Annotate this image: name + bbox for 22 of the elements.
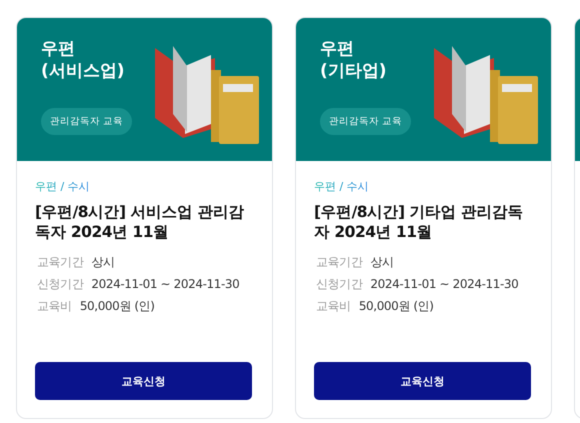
info-value: 상시 [370,254,394,271]
info-label: 교육비 [316,298,351,315]
info-label: 교육기간 [37,254,84,271]
info-value: 2024-11-01 ~ 2024-11-30 [370,276,518,293]
info-label: 신청기간 [316,276,362,293]
course-category: 우편 / 수시 [314,179,369,194]
category-badge: 관리감독자 교육 [41,108,132,135]
header-title: 우편 (기타업) [320,38,388,82]
header-title: 우편 (서비스업) [41,38,126,82]
info-label: 교육기간 [316,254,362,271]
info-value: 50,000원 (인) [80,298,155,315]
course-title: [우편/8시간] 서비스업 관리감독자 2024년 11월 [35,202,245,242]
course-title: [우편/8시간] 기타업 관리감독자 2024년 11월 [314,202,524,242]
info-label: 교육비 [37,298,72,315]
info-label: 신청기간 [37,276,84,293]
apply-button[interactable]: 교육신청 [35,362,252,400]
course-category: 우편 / 수시 [35,179,90,194]
info-value: 50,000원 (인) [358,298,434,315]
apply-button[interactable]: 교육신청 [314,362,531,400]
info-value: 상시 [91,254,115,271]
category-badge: 관리감독자 교육 [320,108,412,135]
info-value: 2024-11-01 ~ 2024-11-30 [91,276,240,293]
